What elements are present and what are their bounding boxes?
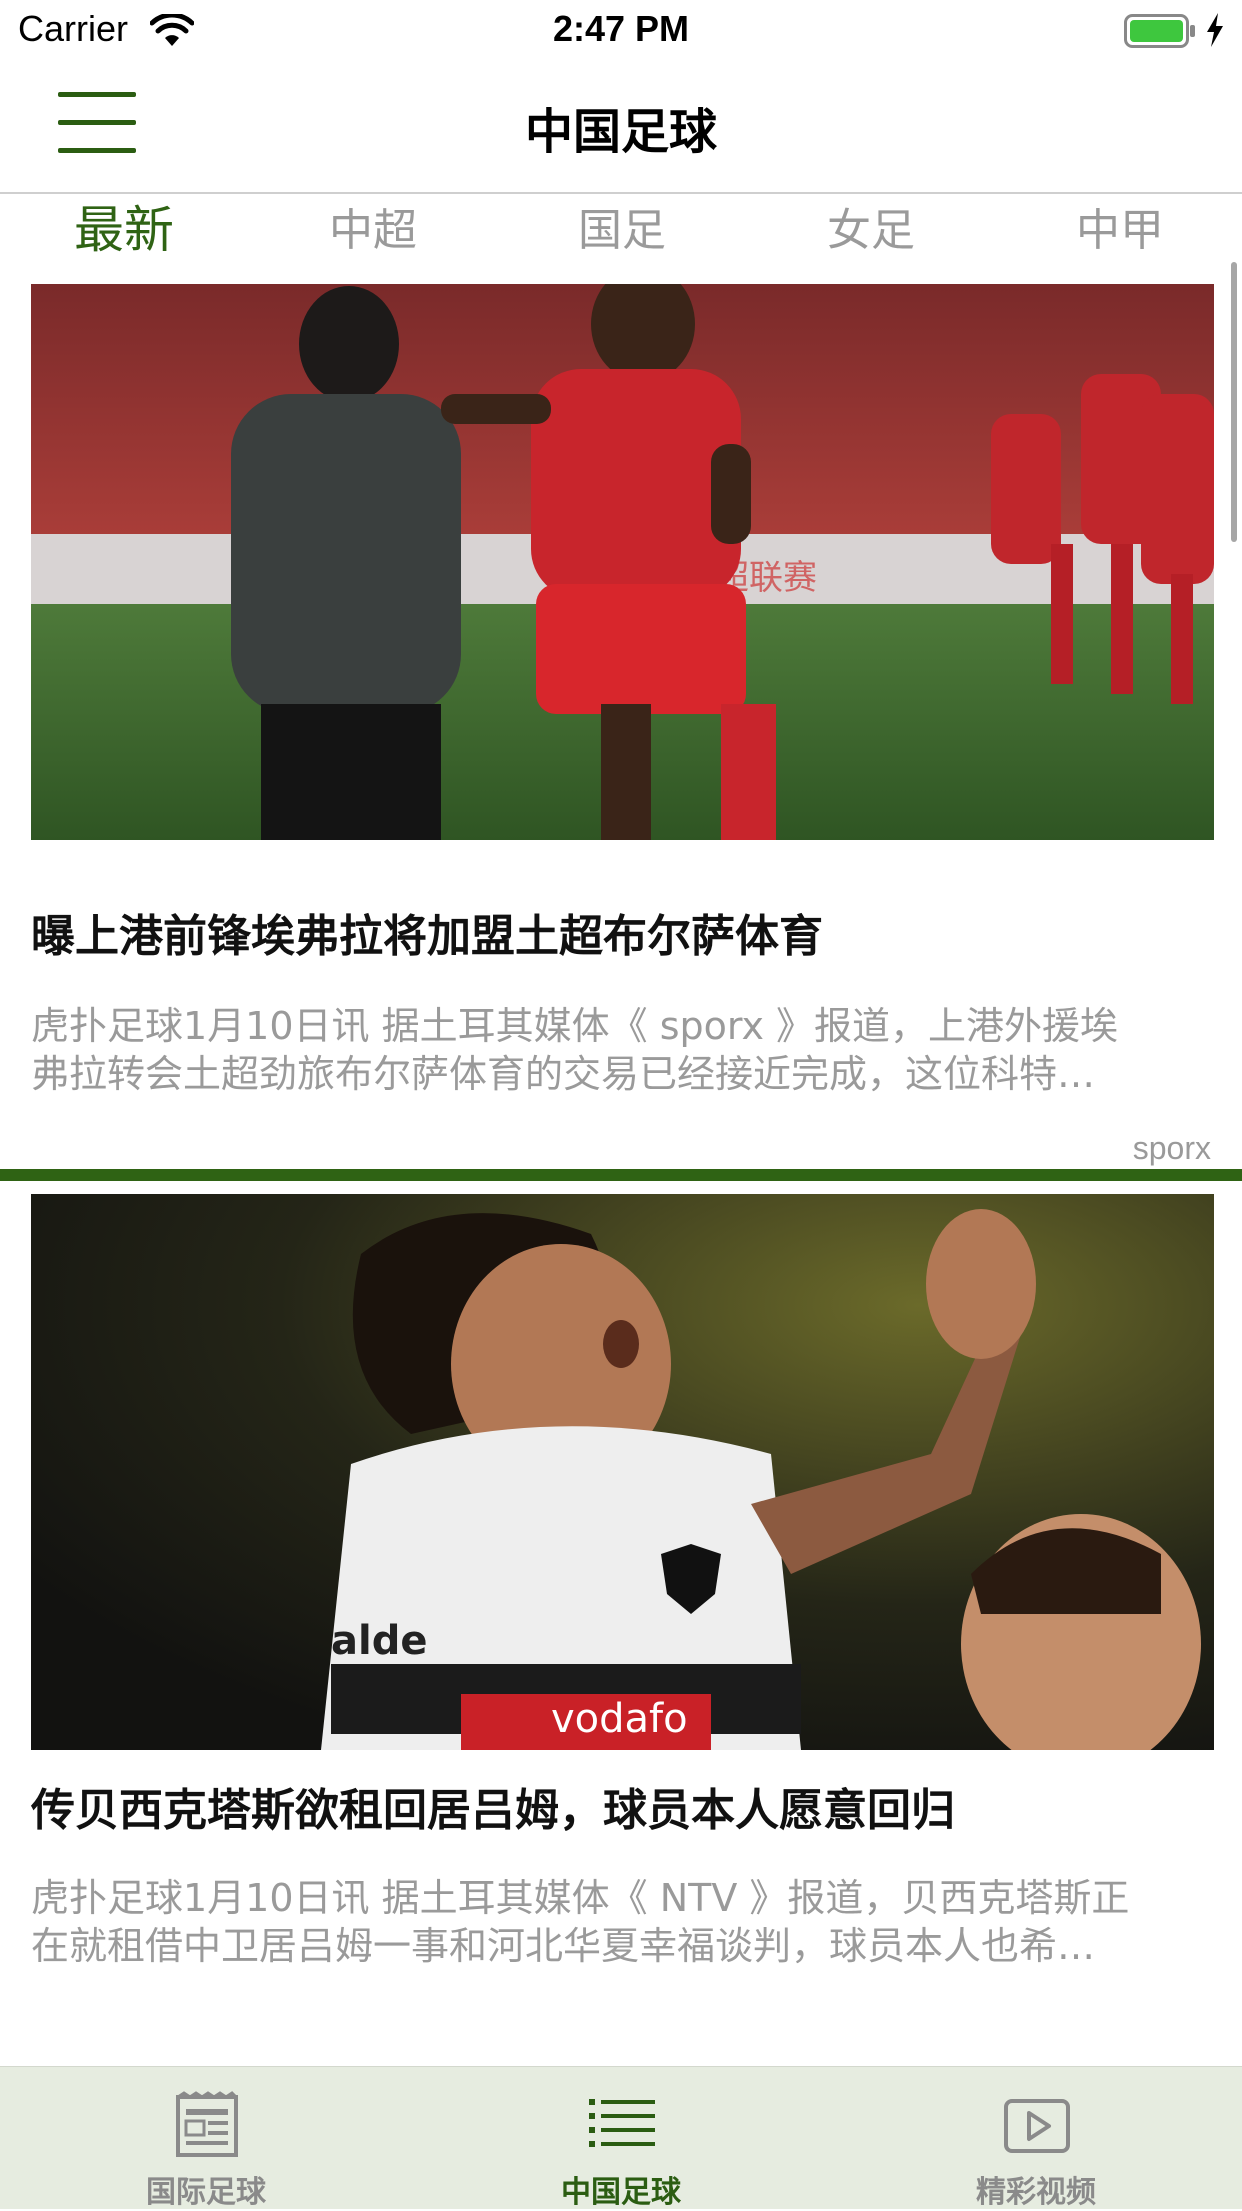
navigation-bar: 中国足球 — [0, 62, 1242, 194]
video-play-icon — [1004, 2099, 1070, 2153]
summary-line: 在就租借中卫居吕姆一事和河北华夏幸福谈判，球员本人也希… — [31, 1924, 1096, 1968]
svg-text:alde: alde — [331, 1618, 427, 1664]
article-image[interactable]: 中超联赛 — [31, 284, 1214, 840]
article-divider — [0, 1169, 1242, 1181]
article-summary: 虎扑足球1月10日讯 据土耳其媒体《 sporx 》报道，上港外援埃 弗拉转会土… — [31, 1002, 1211, 1098]
category-tabs: 最新 中超 国足 女足 中甲 — [0, 194, 1242, 260]
article-card[interactable]: vodafo alde 传贝西克塔斯欲租回居吕姆，球员本人愿意回归 虎扑足球1月… — [0, 1194, 1242, 2066]
svg-text:vodafo: vodafo — [551, 1696, 688, 1742]
charging-bolt-icon — [1207, 13, 1223, 47]
status-bar: Carrier 2:47 PM — [0, 0, 1242, 62]
tabbar-label: 国际足球 — [146, 2175, 266, 2210]
scrollbar[interactable] — [1231, 262, 1237, 542]
tab-csl[interactable]: 中超 — [293, 194, 453, 258]
newspaper-icon — [176, 2091, 238, 2157]
tab-highlight-videos[interactable]: 精彩视频 — [886, 2067, 1186, 2210]
article-summary: 虎扑足球1月10日讯 据土耳其媒体《 NTV 》报道，贝西克塔斯正 在就租借中卫… — [31, 1874, 1211, 1970]
page-title: 中国足球 — [524, 104, 717, 160]
list-icon — [589, 2099, 655, 2147]
summary-line: 虎扑足球1月10日讯 据土耳其媒体《 NTV 》报道，贝西克塔斯正 — [31, 1876, 1130, 1920]
summary-line: 弗拉转会土超劲旅布尔萨体育的交易已经接近完成，这位科特… — [31, 1052, 1096, 1096]
tab-china-league-one[interactable]: 中甲 — [1040, 194, 1200, 258]
footballer-cheering-photo: vodafo alde — [31, 1194, 1214, 1750]
tab-latest[interactable]: 最新 — [44, 190, 204, 262]
article-source: sporx — [1132, 1130, 1211, 1166]
status-time: 2:47 PM — [552, 8, 690, 49]
article-image[interactable]: vodafo alde — [31, 1194, 1214, 1750]
summary-line: 虎扑足球1月10日讯 据土耳其媒体《 sporx 》报道，上港外援埃 — [31, 1004, 1119, 1048]
news-feed[interactable]: 中超联赛 曝上港前锋埃弗拉将加盟土超布尔萨体育 虎扑足球1月10日讯 据土耳其媒… — [0, 260, 1242, 2066]
article-card[interactable]: 中超联赛 曝上港前锋埃弗拉将加盟土超布尔萨体育 虎扑足球1月10日讯 据土耳其媒… — [0, 260, 1242, 1194]
bottom-tab-bar: 国际足球 中国足球 精彩视频 — [0, 2066, 1242, 2210]
tab-international-football[interactable]: 国际足球 — [56, 2067, 356, 2210]
tab-womens-team[interactable]: 女足 — [791, 194, 951, 258]
article-title[interactable]: 曝上港前锋埃弗拉将加盟土超布尔萨体育 — [31, 900, 1214, 964]
tabbar-label: 精彩视频 — [976, 2175, 1096, 2210]
battery-icon — [1124, 14, 1195, 48]
soccer-celebration-photo: 中超联赛 — [31, 284, 1214, 840]
tab-chinese-football[interactable]: 中国足球 — [471, 2067, 771, 2210]
article-title[interactable]: 传贝西克塔斯欲租回居吕姆，球员本人愿意回归 — [31, 1774, 1214, 1838]
tabbar-label: 中国足球 — [561, 2175, 681, 2210]
tab-national-team[interactable]: 国足 — [542, 194, 702, 258]
